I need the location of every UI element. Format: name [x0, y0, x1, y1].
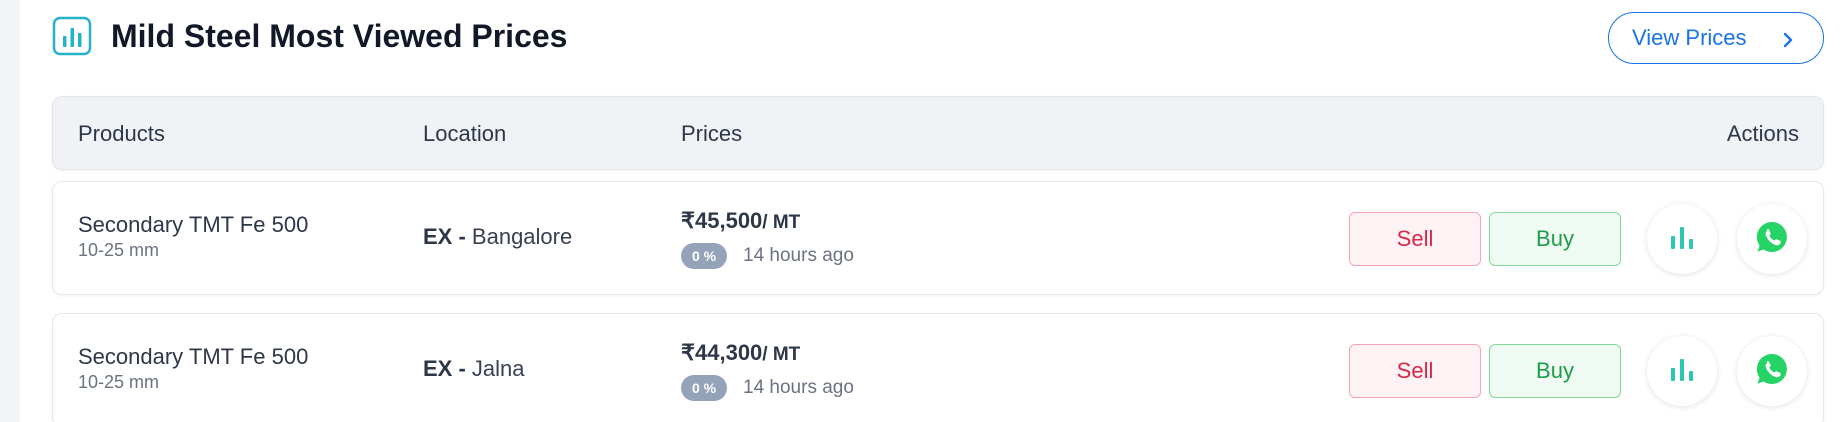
price: ₹45,500/ MT — [681, 208, 800, 234]
location-name: Jalna — [471, 356, 525, 381]
location-name: Bangalore — [471, 224, 573, 249]
location: EX - Bangalore — [423, 224, 572, 250]
chevron-right-icon — [1779, 29, 1797, 48]
header-location: Location — [423, 121, 507, 146]
price: ₹44,300/ MT — [681, 340, 800, 366]
page-title: Mild Steel Most Viewed Prices — [111, 18, 568, 54]
product-size: 10-25 mm — [78, 372, 160, 392]
updated-time: 14 hours ago — [743, 245, 854, 266]
whatsapp-share-button[interactable] — [1737, 336, 1807, 406]
price-unit: / MT — [762, 212, 801, 233]
change-badge: 0 % — [681, 375, 727, 401]
change-badge: 0 % — [681, 243, 727, 269]
header-actions: Actions — [1726, 121, 1799, 146]
bar-chart-icon — [52, 16, 92, 56]
location: EX - Jalna — [423, 356, 525, 382]
price-chart-button[interactable] — [1647, 204, 1717, 274]
price-value: ₹45,500 — [681, 208, 763, 233]
price-chart-button[interactable] — [1647, 336, 1717, 406]
location-prefix: EX - — [423, 224, 466, 249]
product-size: 10-25 mm — [78, 240, 160, 260]
view-prices-button[interactable]: View Prices — [1608, 12, 1824, 64]
price-value: ₹44,300 — [681, 340, 763, 365]
header-products: Products — [78, 121, 165, 146]
section-header: Mild Steel Most Viewed Prices View Price… — [52, 12, 1824, 64]
table-row: Secondary TMT Fe 500 10-25 mm EX - Banga… — [52, 181, 1824, 295]
whatsapp-share-button[interactable] — [1737, 204, 1807, 274]
bar-chart-icon — [1669, 225, 1695, 254]
table-row: Secondary TMT Fe 500 10-25 mm EX - Jalna… — [52, 313, 1824, 422]
product-name: Secondary TMT Fe 500 — [78, 212, 309, 237]
sell-button[interactable]: Sell — [1349, 212, 1481, 266]
bar-chart-icon — [1669, 357, 1695, 386]
sell-button[interactable]: Sell — [1349, 344, 1481, 398]
view-prices-label: View Prices — [1632, 25, 1747, 50]
buy-button[interactable]: Buy — [1489, 212, 1621, 266]
table-header: Products Location Prices Actions — [52, 96, 1824, 170]
left-edge-panel — [0, 0, 20, 422]
updated-time: 14 hours ago — [743, 377, 854, 398]
buy-button[interactable]: Buy — [1489, 344, 1621, 398]
whatsapp-icon — [1755, 352, 1789, 391]
price-unit: / MT — [762, 344, 801, 365]
whatsapp-icon — [1755, 220, 1789, 259]
header-prices: Prices — [681, 121, 743, 146]
location-prefix: EX - — [423, 356, 466, 381]
product-name: Secondary TMT Fe 500 — [78, 344, 309, 369]
